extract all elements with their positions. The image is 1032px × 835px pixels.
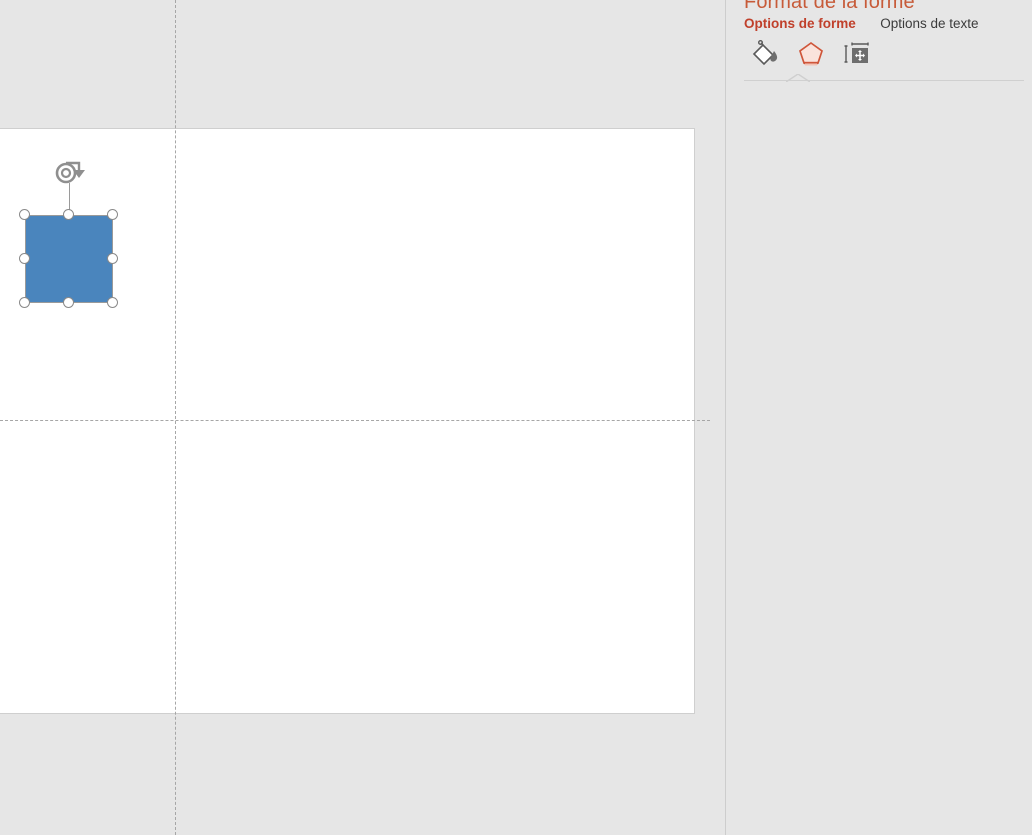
tab-options-de-forme[interactable]: Options de forme (744, 16, 856, 31)
size-properties-icon (844, 42, 869, 63)
powerpoint-window: Format de la forme Options de forme Opti… (0, 0, 1032, 835)
shape-selection-group[interactable] (19, 161, 118, 308)
resize-handle-nw[interactable] (19, 209, 30, 220)
format-shape-pane: Format de la forme Options de forme Opti… (725, 0, 1032, 835)
vertical-guide[interactable] (175, 0, 176, 835)
fill-bucket-icon (752, 40, 778, 66)
resize-handle-w[interactable] (19, 253, 30, 264)
icon-tab-size-properties[interactable] (837, 38, 879, 74)
pane-tab-strip: Options de forme Options de texte (744, 15, 999, 39)
resize-handle-e[interactable] (107, 253, 118, 264)
icon-tab-fill-line[interactable] (744, 38, 786, 74)
active-tab-chevron-icon (786, 74, 810, 82)
icon-tab-effects[interactable] (790, 38, 832, 74)
resize-handle-s[interactable] (63, 297, 74, 308)
pane-icon-tab-strip (744, 38, 879, 76)
slide-canvas-area[interactable] (0, 0, 725, 835)
pane-title: Format de la forme (744, 0, 915, 13)
selected-rectangle-shape[interactable] (25, 215, 113, 303)
resize-handle-sw[interactable] (19, 297, 30, 308)
resize-handle-ne[interactable] (107, 209, 118, 220)
resize-handle-se[interactable] (107, 297, 118, 308)
tab-options-de-texte[interactable]: Options de texte (880, 16, 978, 31)
effects-pentagon-icon (799, 41, 824, 66)
resize-handle-n[interactable] (63, 209, 74, 220)
rotate-handle-icon[interactable] (52, 159, 86, 187)
horizontal-guide[interactable] (0, 420, 710, 421)
